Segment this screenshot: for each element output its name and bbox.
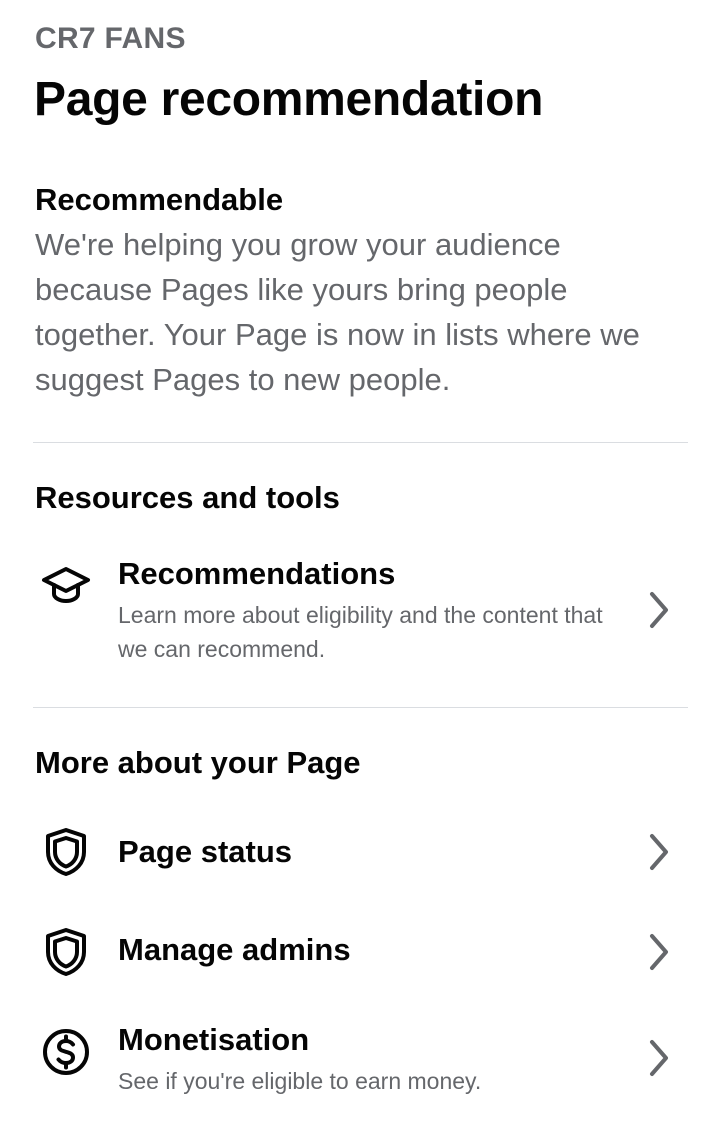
dollar-circle-icon xyxy=(40,1026,92,1078)
chevron-right-icon xyxy=(642,932,674,972)
page-status-row[interactable]: Page status xyxy=(34,820,686,884)
recommendable-description: We're helping you grow your audience bec… xyxy=(35,227,640,397)
recommendations-description: Learn more about eligibility and the con… xyxy=(118,602,603,662)
divider xyxy=(33,442,688,443)
manage-admins-row[interactable]: Manage admins xyxy=(34,920,686,984)
shield-icon xyxy=(40,826,92,878)
graduation-cap-icon xyxy=(40,558,92,610)
more-about-page-heading: More about your Page xyxy=(35,745,361,780)
resources-heading: Resources and tools xyxy=(35,480,340,515)
chevron-right-icon xyxy=(642,1038,674,1078)
monetisation-row[interactable]: Monetisation See if you're eligible to e… xyxy=(34,1020,686,1110)
page-status-title: Page status xyxy=(118,834,293,869)
page-recommendation-screen: CR7 FANS Page recommendation Recommendab… xyxy=(0,0,719,1128)
chevron-right-icon xyxy=(642,832,674,872)
manage-admins-title: Manage admins xyxy=(118,932,351,967)
divider xyxy=(33,707,688,708)
recommendations-row[interactable]: Recommendations Learn more about eligibi… xyxy=(34,552,686,672)
recommendations-title: Recommendations xyxy=(118,556,396,591)
recommendable-heading: Recommendable xyxy=(35,182,284,217)
monetisation-description: See if you're eligible to earn money. xyxy=(118,1068,482,1094)
page-title: Page recommendation xyxy=(34,73,544,126)
page-name-subtitle: CR7 FANS xyxy=(35,22,186,55)
monetisation-title: Monetisation xyxy=(118,1022,310,1057)
chevron-right-icon xyxy=(642,590,674,630)
shield-icon xyxy=(40,926,92,978)
